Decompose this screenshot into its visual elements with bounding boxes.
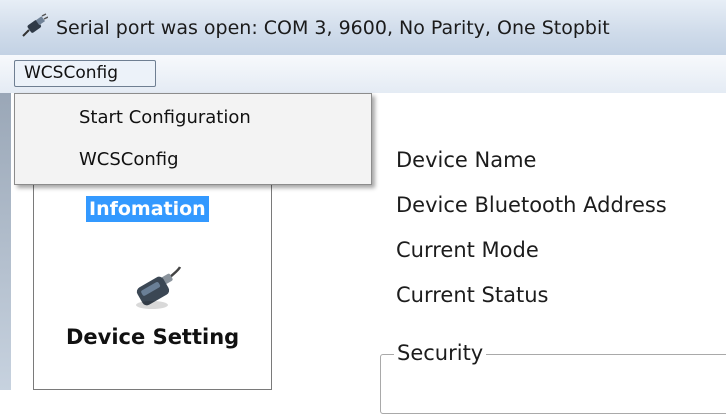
field-device-name: Device Name	[396, 148, 537, 172]
security-groupbox-label: Security	[394, 341, 487, 365]
menu-wcsconfig[interactable]: WCSConfig	[14, 60, 156, 87]
usb-bluetooth-dongle-icon[interactable]	[128, 265, 184, 313]
window-titlebar: Serial port was open: COM 3, 9600, No Pa…	[0, 0, 726, 55]
nav-item-information[interactable]: Infomation	[86, 196, 209, 222]
field-current-mode: Current Mode	[396, 238, 539, 262]
menu-item-start-configuration[interactable]: Start Configuration	[79, 107, 251, 128]
menu-item-wcsconfig[interactable]: WCSConfig	[79, 149, 179, 170]
field-device-bluetooth-address: Device Bluetooth Address	[396, 193, 667, 217]
menubar: WCSConfig	[0, 55, 726, 94]
nav-item-device-setting[interactable]: Device Setting	[66, 325, 239, 349]
wcsconfig-dropdown-menu: Start Configuration WCSConfig	[14, 93, 372, 185]
window-left-edge	[0, 93, 11, 390]
field-current-status: Current Status	[396, 283, 549, 307]
serial-port-plug-icon	[22, 13, 48, 37]
window-title: Serial port was open: COM 3, 9600, No Pa…	[56, 17, 610, 39]
